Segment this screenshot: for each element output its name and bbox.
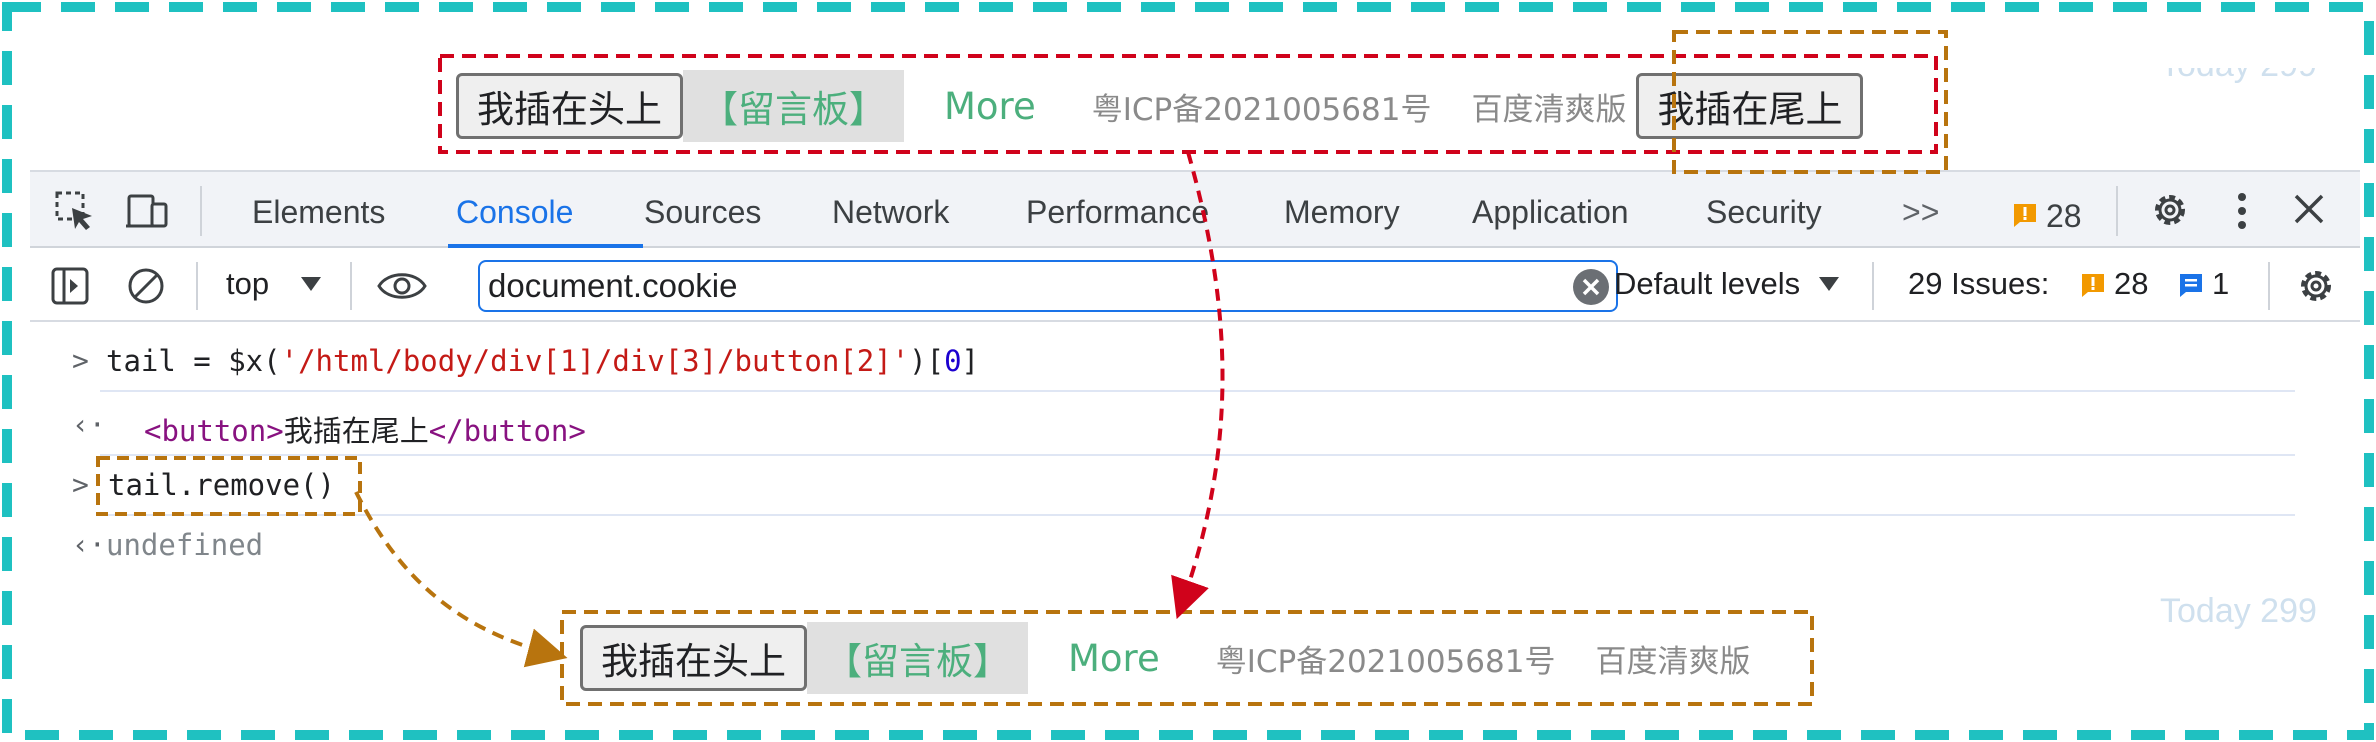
tab-memory[interactable]: Memory [1284, 194, 1400, 231]
kebab-menu-icon[interactable] [2236, 190, 2248, 237]
console-result-line-2: ‹· undefined [30, 528, 2320, 564]
tab-security[interactable]: Security [1706, 194, 1822, 231]
sidebar-toggle-icon[interactable] [50, 266, 90, 311]
console-input-line-1: > tail = $x('/html/body/div[1]/div[3]/bu… [30, 344, 2320, 380]
eye-icon[interactable] [376, 266, 428, 311]
warning-badge-icon[interactable] [2012, 202, 2038, 233]
issues-count[interactable]: 28 [2046, 198, 2082, 235]
page-preview-top: 我插在头上 【留言板】 More 粤ICP备2021005681号 百度清爽版 … [456, 70, 1864, 142]
console-input-line-2: > tail.remove() [30, 468, 2320, 504]
prompt-icon: > [72, 468, 89, 501]
today-counter-top: Today 299 [2160, 46, 2317, 84]
tab-elements[interactable]: Elements [252, 194, 385, 231]
console-result-1[interactable]: <button>我插在尾上</button> [144, 408, 586, 450]
more-tabs-button[interactable]: >> [1902, 194, 1939, 231]
devtools-tab-bar: Elements Console Sources Network Perform… [30, 170, 2360, 248]
return-icon: ‹· [72, 528, 106, 561]
filter-input[interactable]: document.cookie [478, 260, 1618, 312]
tail-button[interactable]: 我插在尾上 [1636, 73, 1864, 139]
console-result-line-1: ‹· <button>我插在尾上</button> [30, 408, 2320, 448]
close-icon[interactable] [2292, 192, 2326, 231]
context-selector[interactable]: top [226, 266, 269, 302]
gear-icon[interactable] [2148, 188, 2192, 237]
device-toolbar-icon[interactable] [126, 190, 170, 237]
return-icon: ‹· [72, 408, 106, 441]
icp-text[interactable]: 粤ICP备2021005681号 [1092, 84, 1432, 129]
head-button[interactable]: 我插在头上 [456, 73, 683, 139]
today-counter-bottom: Today 299 [2160, 592, 2317, 630]
issues-label[interactable]: 29 Issues: [1908, 266, 2049, 302]
levels-dropdown[interactable]: Default levels [1614, 266, 1800, 302]
inspect-icon[interactable] [54, 190, 96, 237]
levels-chevron-icon[interactable] [1818, 276, 1840, 297]
tab-network[interactable]: Network [832, 194, 949, 231]
orange-arrow [354, 491, 568, 668]
more-link[interactable]: More [944, 85, 1036, 128]
clear-filter-icon[interactable] [1572, 268, 1610, 311]
console-toolbar: top document.cookie Default levels 29 Is… [30, 250, 2360, 322]
head-button[interactable]: 我插在头上 [580, 625, 807, 691]
issues-warning-icon [2080, 272, 2106, 303]
console-separator [100, 454, 2295, 456]
board-label[interactable]: 【留言板】 [683, 70, 904, 142]
tab-sources[interactable]: Sources [644, 194, 761, 231]
chevron-down-icon[interactable] [300, 276, 322, 297]
issues-info-icon [2178, 272, 2204, 303]
active-tab-indicator [448, 244, 643, 248]
console-result-2[interactable]: undefined [106, 528, 263, 562]
tab-performance[interactable]: Performance [1026, 194, 1209, 231]
clear-console-icon[interactable] [126, 266, 166, 311]
more-link[interactable]: More [1068, 637, 1160, 680]
baidu-link[interactable]: 百度清爽版 [1471, 84, 1626, 129]
icp-text[interactable]: 粤ICP备2021005681号 [1216, 636, 1556, 681]
tab-application[interactable]: Application [1472, 194, 1629, 231]
page-preview-bottom: 我插在头上 【留言板】 More 粤ICP备2021005681号 百度清爽版 [580, 622, 1750, 694]
console-separator [100, 514, 2295, 516]
board-label[interactable]: 【留言板】 [807, 622, 1028, 694]
tab-console[interactable]: Console [456, 194, 573, 231]
prompt-icon: > [72, 344, 89, 377]
console-command-1[interactable]: tail = $x('/html/body/div[1]/div[3]/butt… [106, 344, 979, 378]
console-settings-icon[interactable] [2294, 264, 2338, 313]
baidu-link[interactable]: 百度清爽版 [1595, 636, 1750, 681]
issues-warning-count[interactable]: 28 [2114, 266, 2148, 302]
console-separator [100, 390, 2295, 392]
issues-info-count[interactable]: 1 [2212, 266, 2229, 302]
console-command-2[interactable]: tail.remove() [108, 468, 335, 502]
